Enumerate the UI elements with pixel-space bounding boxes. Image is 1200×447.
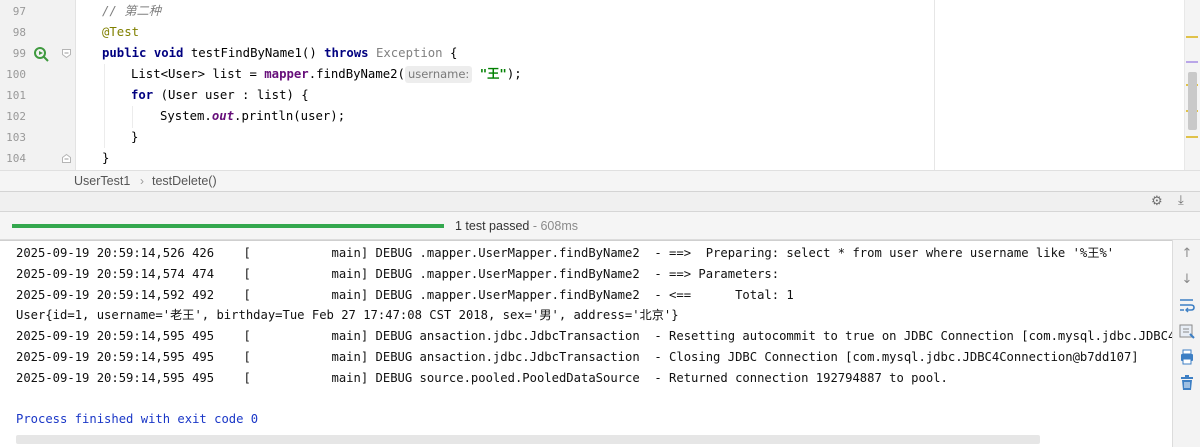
comment-token: // 第二种 — [102, 4, 162, 18]
breadcrumb: UserTest1 › testDelete() — [0, 170, 1200, 192]
arrow-down-icon[interactable]: ↓ — [1178, 270, 1196, 288]
declaration-token: List<User> list = — [131, 67, 257, 81]
console-line: 2025-09-19 20:59:14,526 426 [ main] DEBU… — [16, 246, 1115, 260]
static-field-token: out — [211, 109, 235, 123]
brace-token: } — [102, 151, 110, 165]
code-line[interactable]: 101 for (User user : list) { — [0, 85, 1200, 106]
string-token: "王" — [479, 67, 507, 81]
line-number: 104 — [6, 152, 26, 165]
console-line: 2025-09-19 20:59:14,595 495 [ main] DEBU… — [16, 350, 1139, 364]
gear-icon[interactable]: ⚙ — [1151, 194, 1163, 209]
soft-wrap-icon[interactable] — [1178, 296, 1196, 314]
scroll-to-end-icon[interactable] — [1178, 322, 1196, 340]
brace-token: { — [450, 46, 458, 60]
keyword-token: void — [153, 46, 184, 60]
code-text: List<User> list = mapper.findByName2(use… — [131, 64, 522, 85]
code-line[interactable]: 98 @Test — [0, 22, 1200, 43]
line-number: 103 — [6, 131, 26, 144]
field-token: mapper — [264, 67, 309, 81]
console-line: 2025-09-19 20:59:14,592 492 [ main] DEBU… — [16, 288, 794, 302]
code-line[interactable]: 99 public void testFindByName1() throws … — [0, 43, 1200, 64]
test-run-header: 1 test passed - 608ms — [0, 212, 1200, 240]
code-text: } — [131, 127, 138, 148]
console-line: 2025-09-19 20:59:14,595 495 [ main] DEBU… — [16, 371, 948, 385]
console-side-toolbar: ↑ ↓ — [1172, 240, 1200, 447]
code-text: } — [102, 148, 109, 169]
line-number: 97 — [12, 5, 26, 18]
keyword-token: public — [102, 46, 147, 60]
hide-panel-icon[interactable]: ⤓ — [1178, 193, 1184, 208]
exit-code-line: Process finished with exit code 0 — [16, 412, 259, 426]
code-editor[interactable]: 97 // 第二种 98 @Test 99 public void testFi… — [0, 0, 1200, 170]
method-token: testFindByName1() — [190, 46, 317, 60]
keyword-token: for — [131, 88, 154, 102]
parameter-hint: username: — [404, 66, 473, 83]
fold-icon[interactable] — [61, 48, 72, 59]
line-number: 101 — [6, 89, 26, 102]
breadcrumb-class[interactable]: UserTest1 — [74, 173, 130, 190]
exception-token: Exception — [375, 46, 443, 60]
class-token: System. — [160, 109, 212, 123]
line-number: 99 — [12, 47, 26, 60]
code-line[interactable]: 102 System.out.println(user); — [0, 106, 1200, 127]
code-text: public void testFindByName1() throws Exc… — [102, 43, 457, 64]
test-progress-bar — [12, 224, 444, 228]
tests-passed-label: 1 test passed — [455, 219, 530, 233]
code-line[interactable]: 100 List<User> list = mapper.findByName2… — [0, 64, 1200, 85]
call-token: .println(user); — [234, 109, 346, 123]
code-text: // 第二种 — [102, 1, 161, 22]
code-line[interactable]: 97 // 第二种 — [0, 1, 1200, 22]
breadcrumb-separator: › — [140, 174, 144, 188]
unfold-icon[interactable] — [61, 153, 72, 164]
run-test-icon[interactable] — [33, 46, 49, 62]
code-line[interactable]: 104 } — [0, 148, 1200, 169]
keyword-token: throws — [324, 46, 369, 60]
code-text: System.out.println(user); — [160, 106, 345, 127]
breadcrumb-method[interactable]: testDelete() — [152, 173, 217, 190]
annotation-token: @Test — [102, 25, 140, 39]
for-body-token: (User user : list) { — [160, 88, 309, 102]
trash-icon[interactable] — [1178, 374, 1196, 392]
line-number: 100 — [6, 68, 26, 81]
print-icon[interactable] — [1178, 348, 1196, 366]
panel-splitter[interactable]: ⚙ ⤓ — [0, 192, 1200, 212]
line-number: 98 — [12, 26, 26, 39]
test-result-summary: 1 test passed - 608ms — [455, 218, 578, 234]
code-line[interactable]: 103 } — [0, 127, 1200, 148]
console-line: 2025-09-19 20:59:14,574 474 [ main] DEBU… — [16, 267, 787, 281]
console-line: 2025-09-19 20:59:14,595 495 [ main] DEBU… — [16, 329, 1172, 343]
console-horizontal-scrollbar[interactable] — [16, 435, 1040, 444]
arrow-up-icon[interactable]: ↑ — [1178, 244, 1196, 262]
code-text: for (User user : list) { — [131, 85, 309, 106]
console-output[interactable]: 2025-09-19 20:59:14,526 426 [ main] DEBU… — [0, 240, 1172, 447]
call-token: .findByName2( — [308, 67, 405, 81]
code-text: @Test — [102, 22, 139, 43]
brace-token: } — [131, 130, 139, 144]
line-number: 102 — [6, 110, 26, 123]
test-progress-fill — [12, 224, 444, 228]
call-end-token: ); — [506, 67, 522, 81]
test-duration: - 608ms — [529, 219, 578, 233]
console-line: User{id=1, username='老王', birthday=Tue F… — [16, 308, 679, 322]
